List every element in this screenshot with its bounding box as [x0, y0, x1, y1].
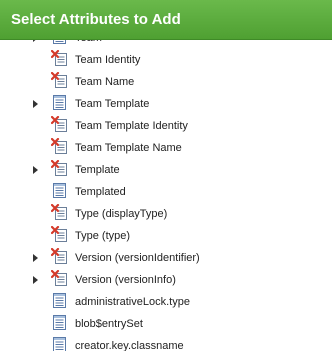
dialog-title: Select Attributes to Add — [0, 0, 332, 40]
attribute-label: Team Template Identity — [75, 120, 188, 132]
attribute-label: Templated — [75, 186, 126, 198]
attribute-list[interactable]: TeamTeam IdentityTeam NameTeam TemplateT… — [0, 30, 332, 351]
attribute-row[interactable]: administrativeLock.type — [0, 291, 332, 313]
attribute-row[interactable]: Team Name — [0, 71, 332, 93]
computed-field-icon — [50, 225, 68, 243]
attribute-label: blob$entrySet — [75, 318, 143, 330]
expand-arrow-icon[interactable] — [33, 166, 38, 174]
attribute-row[interactable]: Templated — [0, 181, 332, 203]
attribute-row[interactable]: Type (displayType) — [0, 203, 332, 225]
attribute-row[interactable]: Version (versionIdentifier) — [0, 247, 332, 269]
attribute-row[interactable]: Template — [0, 159, 332, 181]
attribute-row[interactable]: Team Identity — [0, 49, 332, 71]
attribute-row[interactable]: Team Template — [0, 93, 332, 115]
attribute-row[interactable]: Team Template Name — [0, 137, 332, 159]
attribute-label: Team Identity — [75, 54, 141, 66]
table-icon — [51, 94, 68, 111]
expand-arrow-icon[interactable] — [33, 254, 38, 262]
attribute-label: Template — [75, 164, 120, 176]
attribute-row[interactable]: Version (versionInfo) — [0, 269, 332, 291]
attribute-label: Team Name — [75, 76, 135, 88]
computed-field-icon — [50, 71, 68, 89]
table-icon — [51, 292, 68, 309]
attribute-label: Version (versionInfo) — [75, 274, 176, 286]
table-icon — [51, 182, 68, 199]
attribute-row[interactable]: Team Template Identity — [0, 115, 332, 137]
table-icon — [51, 336, 68, 351]
computed-field-icon — [50, 247, 68, 265]
attribute-row[interactable]: blob$entrySet — [0, 313, 332, 335]
table-icon — [51, 314, 68, 331]
computed-field-icon — [50, 159, 68, 177]
attribute-label: Version (versionIdentifier) — [75, 252, 200, 264]
attribute-label: Team Template Name — [75, 142, 182, 154]
computed-field-icon — [50, 115, 68, 133]
attribute-row[interactable]: Type (type) — [0, 225, 332, 247]
attribute-label: creator.key.classname — [75, 340, 184, 351]
expand-arrow-icon[interactable] — [33, 276, 38, 284]
select-attributes-dialog: Select Attributes to Add TeamTeam Identi… — [0, 0, 332, 351]
computed-field-icon — [50, 49, 68, 67]
attribute-label: Type (displayType) — [75, 208, 168, 220]
attribute-row[interactable]: creator.key.classname — [0, 335, 332, 351]
computed-field-icon — [50, 137, 68, 155]
attribute-label: administrativeLock.type — [75, 296, 190, 308]
computed-field-icon — [50, 203, 68, 221]
expand-arrow-icon[interactable] — [33, 100, 38, 108]
computed-field-icon — [50, 269, 68, 287]
attribute-label: Team Template — [75, 98, 150, 110]
attribute-label: Type (type) — [75, 230, 131, 242]
